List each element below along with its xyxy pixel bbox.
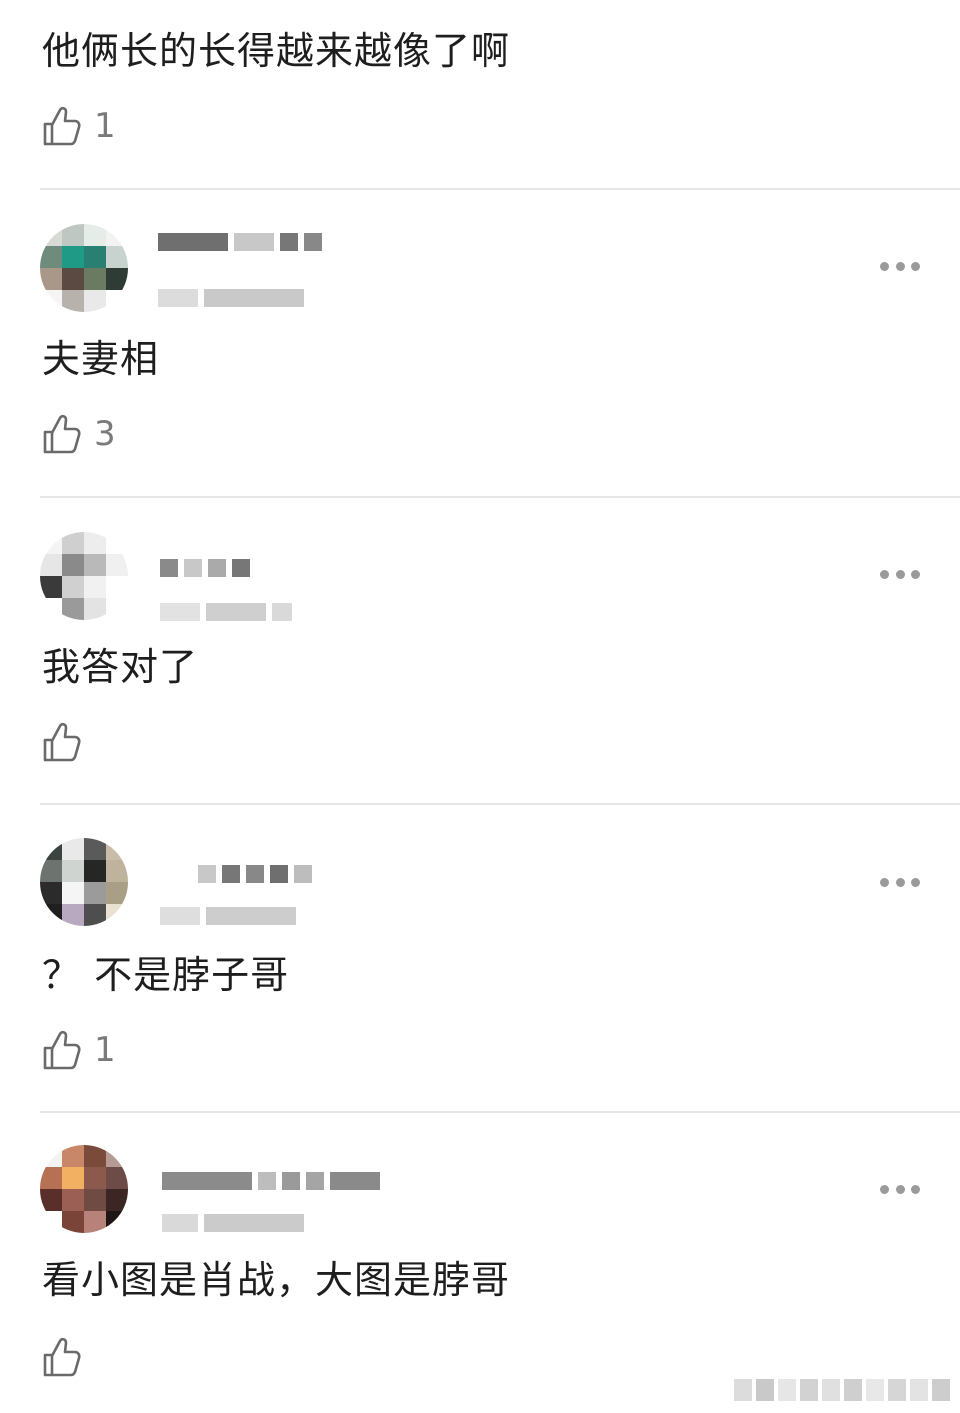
like-button[interactable]: [42, 720, 94, 764]
comment-text: 看小图是肖战，大图是脖哥: [42, 1258, 511, 1302]
more-options-icon[interactable]: [880, 568, 920, 580]
comment-text: 我答对了: [42, 645, 199, 689]
avatar[interactable]: [40, 838, 128, 926]
thumbs-up-icon: [43, 106, 81, 146]
username-redacted[interactable]: [160, 558, 250, 578]
comment-text: 夫妻相: [42, 337, 160, 381]
watermark-redacted: [734, 1379, 950, 1401]
username-redacted[interactable]: [158, 232, 322, 252]
like-button[interactable]: 3: [42, 412, 116, 456]
comment-item-2: 夫妻相 3: [0, 190, 960, 498]
like-button[interactable]: [42, 1335, 94, 1379]
username-redacted[interactable]: [198, 864, 312, 884]
thumbs-up-icon: [43, 722, 81, 762]
comment-text: 他俩长的长得越来越像了啊: [42, 29, 511, 73]
timestamp-redacted: [158, 288, 304, 308]
more-options-icon[interactable]: [880, 1183, 920, 1195]
thumbs-up-icon: [43, 414, 81, 454]
more-options-icon[interactable]: [880, 876, 920, 888]
comment-item-1: 他俩长的长得越来越像了啊 1: [0, 0, 960, 190]
like-count: 3: [94, 414, 116, 454]
like-button[interactable]: 1: [42, 104, 116, 148]
comment-item-3: 我答对了: [0, 498, 960, 806]
avatar[interactable]: [40, 532, 128, 620]
divider: [40, 803, 960, 805]
thumbs-up-icon: [43, 1030, 81, 1070]
avatar[interactable]: [40, 224, 128, 312]
comment-item-4: ？ 不是脖子哥 1: [0, 806, 960, 1114]
like-count: 1: [94, 106, 116, 146]
comment-text: ？ 不是脖子哥: [42, 953, 290, 997]
timestamp-redacted: [162, 1213, 304, 1233]
username-redacted[interactable]: [162, 1171, 380, 1191]
like-count: 1: [94, 1030, 116, 1070]
thumbs-up-icon: [43, 1337, 81, 1377]
timestamp-redacted: [160, 602, 292, 622]
avatar[interactable]: [40, 1145, 128, 1233]
more-options-icon[interactable]: [880, 260, 920, 272]
timestamp-redacted: [160, 906, 296, 926]
comment-item-5: 看小图是肖战，大图是脖哥: [0, 1113, 960, 1413]
like-button[interactable]: 1: [42, 1028, 116, 1072]
